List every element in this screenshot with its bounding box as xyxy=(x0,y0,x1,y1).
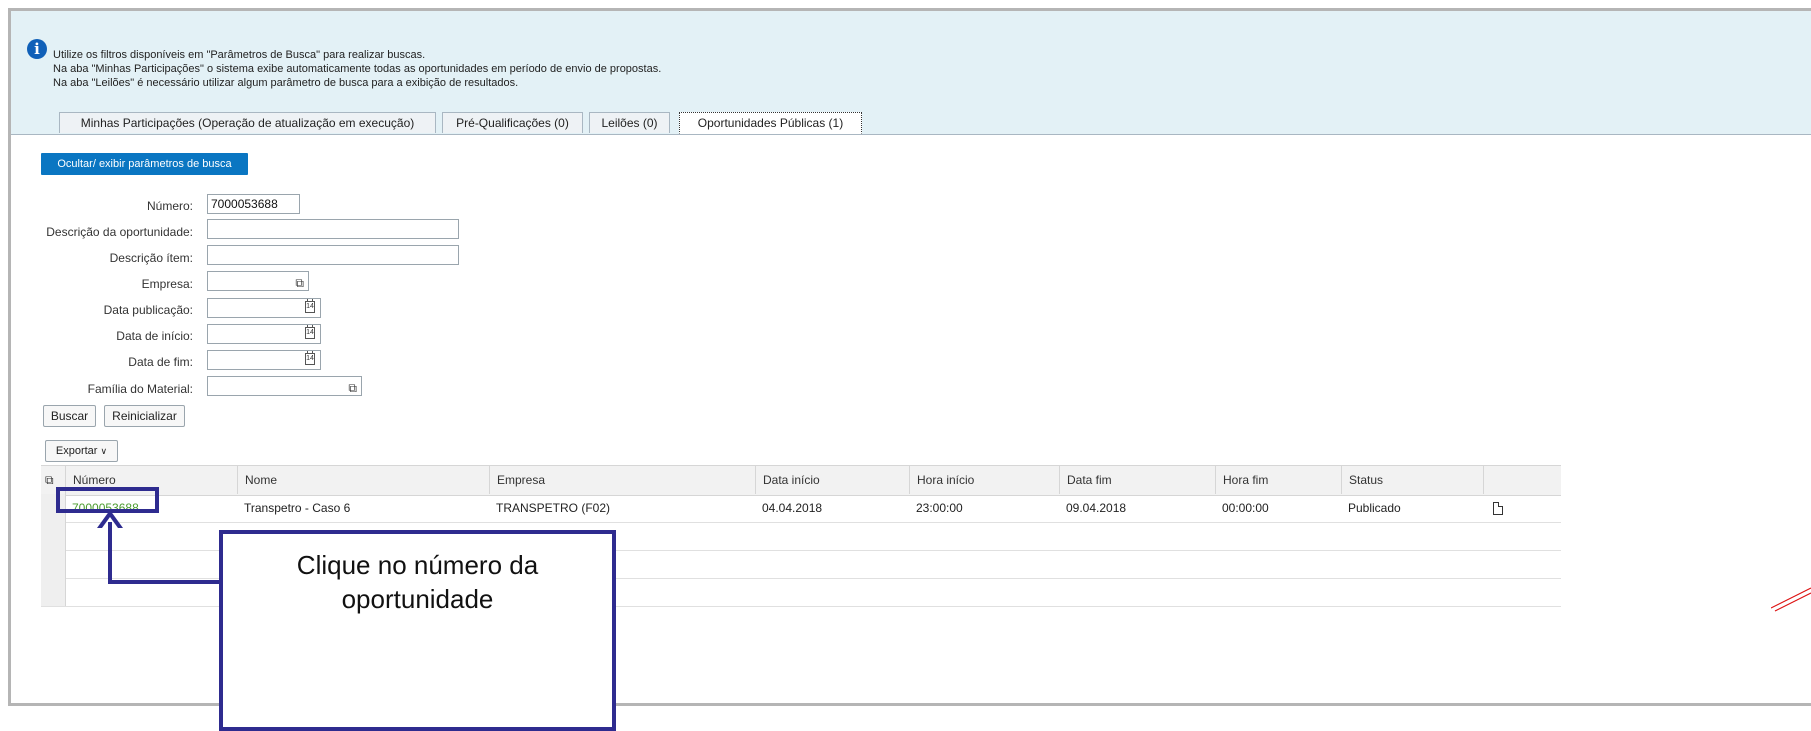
row-selector[interactable] xyxy=(41,578,66,606)
value-help-icon[interactable]: ⧉ xyxy=(295,274,304,292)
document-icon[interactable] xyxy=(1493,502,1503,515)
col-nome[interactable]: Nome xyxy=(237,466,489,494)
descricao-item-input[interactable] xyxy=(207,245,459,265)
col-status[interactable]: Status xyxy=(1341,466,1483,494)
tab-pre-qualificacoes[interactable]: Pré-Qualificações (0) xyxy=(442,112,583,133)
data-fim-input[interactable]: 14 xyxy=(207,350,321,370)
exportar-label: Exportar xyxy=(55,445,98,457)
arrow-shaft-horizontal xyxy=(108,580,220,584)
col-empresa[interactable]: Empresa xyxy=(489,466,755,494)
col-hora-inicio[interactable]: Hora início xyxy=(909,466,1059,494)
table-header: ⧉ Número Nome Empresa Data início Hora i… xyxy=(41,465,1561,496)
calendar-icon[interactable]: 14 xyxy=(305,325,315,339)
cell-hora-inicio: 23:00:00 xyxy=(916,501,963,515)
arrow-shaft-vertical xyxy=(108,522,112,584)
descricao-oportunidade-label: Descrição da oportunidade: xyxy=(46,225,193,239)
calendar-icon[interactable]: 14 xyxy=(305,351,315,365)
col-actions xyxy=(1483,466,1561,494)
col-hora-fim[interactable]: Hora fim xyxy=(1215,466,1341,494)
toggle-search-params-button[interactable]: Ocultar/ exibir parâmetros de busca xyxy=(41,153,248,175)
info-icon: i xyxy=(27,39,47,59)
data-inicio-input[interactable]: 14 xyxy=(207,324,321,344)
descricao-item-label: Descrição ítem: xyxy=(109,251,193,265)
buscar-button[interactable]: Buscar xyxy=(43,405,96,427)
cell-empresa: TRANSPETRO (F02) xyxy=(496,501,611,515)
numero-input[interactable]: 7000053688 xyxy=(207,194,300,214)
data-inicio-label: Data de início: xyxy=(116,329,193,343)
tab-minhas-participacoes[interactable]: Minhas Participações (Operação de atuali… xyxy=(59,112,436,133)
info-area: i Utilize os filtros disponíveis em "Par… xyxy=(11,11,1811,134)
red-marker-lines xyxy=(1771,587,1811,612)
cell-nome: Transpetro - Caso 6 xyxy=(244,501,351,515)
data-publicacao-input[interactable]: 14 xyxy=(207,298,321,318)
callout-box: Clique no número da oportunidade xyxy=(219,530,616,731)
data-publicacao-label: Data publicação: xyxy=(103,303,193,317)
col-data-fim[interactable]: Data fim xyxy=(1059,466,1215,494)
empresa-input[interactable]: ⧉ xyxy=(207,271,309,291)
info-line-3: Na aba "Leilões" é necessário utilizar a… xyxy=(53,77,519,89)
cell-status: Publicado xyxy=(1348,501,1401,515)
cell-data-fim: 09.04.2018 xyxy=(1066,501,1127,515)
col-data-inicio[interactable]: Data início xyxy=(755,466,909,494)
data-fim-label: Data de fim: xyxy=(128,355,193,369)
empresa-label: Empresa: xyxy=(141,277,193,291)
callout-line-2: oportunidade xyxy=(341,584,494,614)
tab-oportunidades-publicas[interactable]: Oportunidades Públicas (1) xyxy=(679,112,862,134)
reinicializar-button[interactable]: Reinicializar xyxy=(104,405,185,427)
row-selector[interactable] xyxy=(41,550,66,578)
callout-line-1: Clique no número da xyxy=(296,550,539,580)
cell-data-inicio: 04.04.2018 xyxy=(762,501,823,515)
table-row: 7000053688 Transpetro - Caso 6 TRANSPETR… xyxy=(41,494,1561,523)
calendar-icon[interactable]: 14 xyxy=(305,299,315,313)
row-selector[interactable] xyxy=(41,522,66,550)
chevron-down-icon: ∨ xyxy=(100,446,108,456)
familia-material-input[interactable]: ⧉ xyxy=(207,376,362,396)
tab-underline xyxy=(11,134,1811,135)
exportar-button[interactable]: Exportar ∨ xyxy=(45,440,118,462)
value-help-icon[interactable]: ⧉ xyxy=(348,379,357,397)
familia-material-label: Família do Material: xyxy=(87,382,193,396)
numero-label: Número: xyxy=(146,199,193,213)
info-line-1: Utilize os filtros disponíveis em "Parâm… xyxy=(53,49,426,61)
descricao-oportunidade-input[interactable] xyxy=(207,219,459,239)
cell-hora-fim: 00:00:00 xyxy=(1222,501,1269,515)
info-line-2: Na aba "Minhas Participações" o sistema … xyxy=(53,63,662,75)
tab-leiloes[interactable]: Leilões (0) xyxy=(589,112,670,133)
